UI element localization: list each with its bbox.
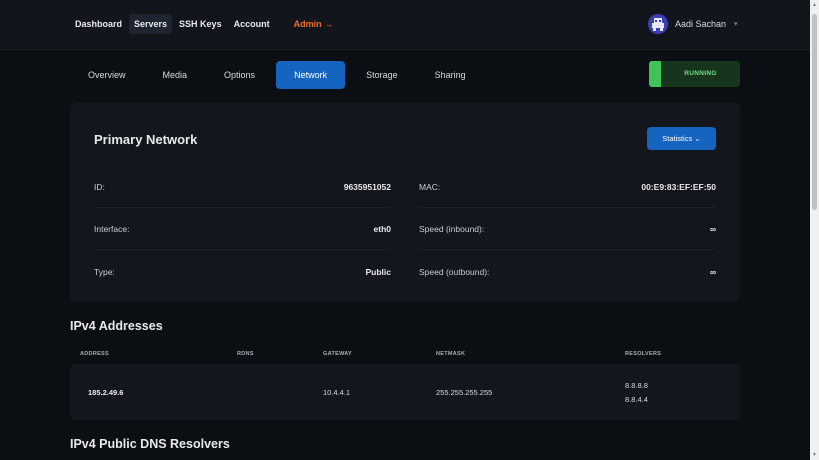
id-label: ID:: [94, 182, 105, 192]
nav-admin-link[interactable]: Admin →: [289, 14, 339, 34]
speed-outbound-label: Speed (outbound):: [419, 267, 490, 277]
status-label: RUNNING: [684, 70, 717, 77]
type-value: Public: [365, 267, 391, 277]
status-indicator: [649, 61, 661, 87]
primary-network-panel: Primary Network Statistics ⌄ ID: 9635951…: [70, 103, 740, 302]
speed-inbound-value: ∞: [709, 224, 716, 234]
main-nav: Dashboard Servers SSH Keys Account Admin…: [70, 14, 340, 34]
statistics-button[interactable]: Statistics ⌄: [647, 127, 716, 150]
avatar: [648, 14, 668, 34]
column-header-gateway: GATEWAY: [323, 351, 352, 357]
tab-media[interactable]: Media: [147, 61, 204, 89]
cell-gateway: 10.4.4.1: [323, 388, 351, 397]
speed-outbound-value: ∞: [709, 267, 716, 277]
scrollbar-thumb[interactable]: [812, 14, 817, 210]
interface-value: eth0: [373, 224, 391, 234]
cell-resolver-1: 8.8.8.8: [625, 381, 648, 390]
mac-value: 00:E9:83:EF:EF:50: [641, 182, 716, 192]
scrollbar[interactable]: ▲ ▼: [810, 0, 819, 460]
top-navbar: Dashboard Servers SSH Keys Account Admin…: [0, 0, 810, 50]
divider: [94, 207, 391, 208]
speed-inbound-label: Speed (inbound):: [419, 224, 485, 234]
user-menu[interactable]: Aadi Sachan ▾: [648, 14, 738, 34]
nav-dashboard[interactable]: Dashboard: [70, 14, 127, 34]
server-tabs: Overview Media Options Network Storage S…: [72, 61, 487, 89]
table-row: 185.2.49.6 10.4.4.1 255.255.255.255 8.8.…: [70, 364, 740, 420]
cell-address: 185.2.49.6: [88, 388, 124, 397]
tab-options[interactable]: Options: [208, 61, 271, 89]
tab-sharing[interactable]: Sharing: [419, 61, 482, 89]
scroll-down-icon[interactable]: ▼: [811, 452, 818, 458]
divider: [94, 249, 391, 250]
chevron-down-icon: ▾: [734, 21, 738, 28]
nav-servers[interactable]: Servers: [129, 14, 173, 34]
tab-network[interactable]: Network: [276, 61, 346, 89]
mac-label: MAC:: [419, 182, 441, 192]
ipv4-section-title: IPv4 Addresses: [70, 319, 163, 333]
tab-storage[interactable]: Storage: [350, 61, 414, 89]
column-header-rdns: RDNS: [237, 351, 254, 357]
divider: [419, 207, 716, 208]
nav-account[interactable]: Account: [229, 14, 275, 34]
interface-label: Interface:: [94, 224, 130, 234]
nav-ssh-keys[interactable]: SSH Keys: [174, 14, 227, 34]
cell-resolver-2: 8.8.4.4: [625, 395, 648, 404]
id-value: 9635951052: [343, 182, 391, 192]
scroll-up-icon[interactable]: ▲: [811, 2, 818, 8]
type-label: Type:: [94, 267, 115, 277]
column-header-netmask: NETMASK: [436, 351, 466, 357]
cell-netmask: 255.255.255.255: [436, 388, 493, 397]
dns-section-title: IPv4 Public DNS Resolvers: [70, 437, 230, 451]
tab-overview[interactable]: Overview: [72, 61, 142, 89]
user-name: Aadi Sachan: [675, 19, 727, 29]
panel-title: Primary Network: [94, 132, 198, 147]
divider: [419, 249, 716, 250]
status-badge: RUNNING: [649, 61, 740, 87]
column-header-address: ADDRESS: [80, 351, 109, 357]
column-header-resolvers: RESOLVERS: [625, 351, 662, 357]
